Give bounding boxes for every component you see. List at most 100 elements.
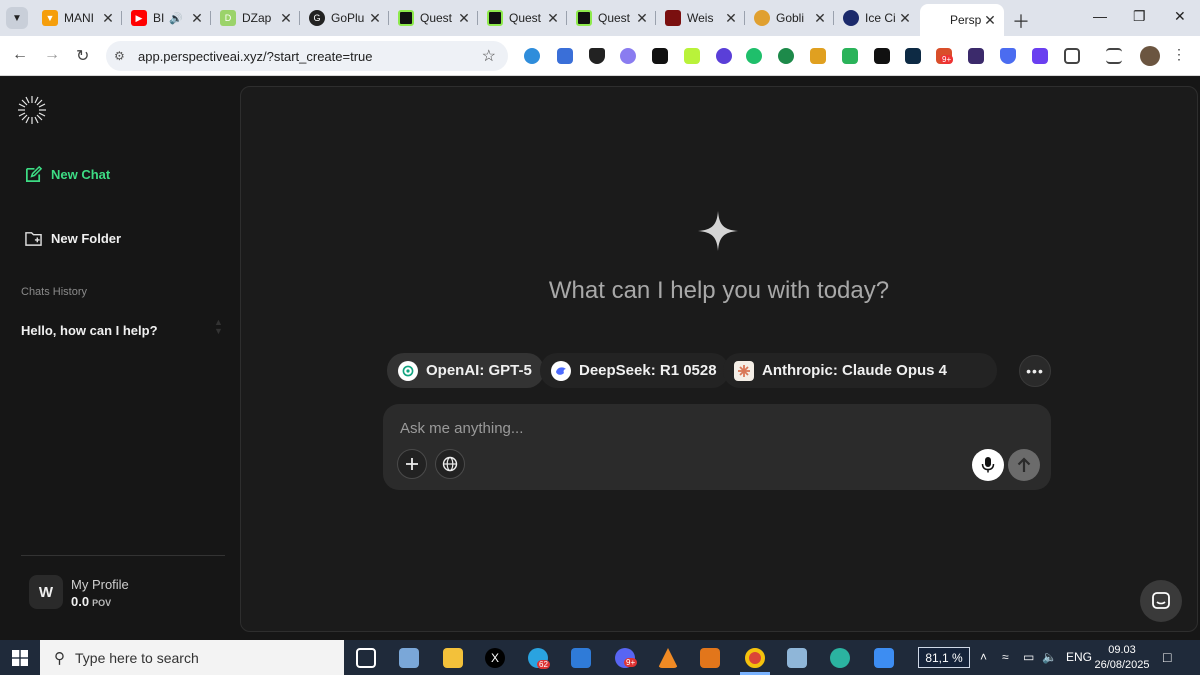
new-tab-button[interactable]: ＋ [1012, 8, 1030, 34]
shield-icon[interactable] [589, 48, 605, 64]
tab-close-icon[interactable]: ✕ [367, 10, 383, 27]
extension-icon[interactable] [810, 48, 826, 64]
extension-icon[interactable] [842, 48, 858, 64]
chat-history-item[interactable]: Hello, how can I help? [21, 323, 158, 338]
voice-input-button[interactable] [972, 449, 1004, 481]
reload-button[interactable]: ↻ [76, 46, 89, 66]
browser-profile-avatar[interactable] [1140, 46, 1160, 66]
browser-tab[interactable]: Quest ✕ [390, 4, 478, 32]
puzzle-icon[interactable] [1064, 48, 1080, 64]
extension-icon[interactable] [1032, 48, 1048, 64]
app-icon[interactable] [787, 648, 807, 668]
network-icon[interactable]: ≈ [1002, 650, 1009, 664]
back-button[interactable]: ← [12, 46, 28, 64]
windows-start-icon[interactable] [12, 650, 28, 666]
chats-history-heading: Chats History [21, 286, 88, 298]
browser-tab[interactable]: Weis ✕ [657, 4, 745, 32]
model-option-deepseek[interactable]: DeepSeek: R1 0528 [540, 353, 729, 388]
new-chat-button[interactable]: New Chat [24, 165, 110, 184]
browser-tab[interactable]: Gobli ✕ [746, 4, 834, 32]
extension-icon[interactable] [968, 48, 984, 64]
browser-tab[interactable]: ▶ BI 🔊 ✕ [123, 4, 211, 32]
tab-close-icon[interactable]: ✕ [812, 10, 828, 27]
speaker-icon[interactable]: 🔊 [169, 12, 189, 25]
extension-icon[interactable] [716, 48, 732, 64]
forward-button[interactable]: → [44, 46, 60, 64]
edge-icon[interactable] [830, 648, 850, 668]
globe-icon [442, 456, 458, 472]
restore-button[interactable]: ❐ [1133, 8, 1146, 25]
tab-title: DZap [242, 11, 272, 25]
notifications-icon[interactable]: □ [1163, 649, 1171, 665]
vlc-icon[interactable] [658, 648, 678, 668]
chat-input[interactable] [400, 416, 1000, 440]
tab-close-icon[interactable]: ✕ [189, 10, 205, 27]
extension-icon[interactable] [524, 48, 540, 64]
browser-tab[interactable]: G GoPlu ✕ [301, 4, 389, 32]
bookmark-star-icon[interactable]: ☆ [482, 46, 496, 66]
browser-tab[interactable]: Quest ✕ [568, 4, 656, 32]
chevron-up-icon[interactable]: ˄ [980, 650, 987, 664]
browser-tab-active[interactable]: Persp ✕ [920, 4, 1004, 36]
support-chat-button[interactable] [1140, 580, 1182, 622]
tab-close-icon[interactable]: ✕ [982, 12, 998, 29]
media-control-icon[interactable] [1106, 48, 1122, 64]
perspective-icon [928, 12, 944, 28]
site-settings-icon[interactable]: ⚙ [114, 49, 125, 63]
history-item-options-icon[interactable]: ▲ ▼ [214, 318, 223, 336]
battery-icon[interactable]: ▭ [1023, 650, 1034, 664]
extension-icon[interactable] [874, 48, 890, 64]
extension-icon[interactable] [1000, 48, 1016, 64]
add-attachment-button[interactable] [397, 449, 427, 479]
chrome-icon[interactable] [745, 648, 765, 668]
minimize-button[interactable]: — [1093, 8, 1107, 24]
more-models-button[interactable]: ••• [1019, 355, 1051, 387]
browser-tab[interactable]: Ice Ci ✕ [835, 4, 919, 32]
language-indicator[interactable]: ENG [1066, 650, 1092, 664]
url-text[interactable]: app.perspectiveai.xyz/?start_create=true [138, 49, 373, 64]
send-button[interactable] [1008, 449, 1040, 481]
tab-close-icon[interactable]: ✕ [100, 10, 116, 27]
web-search-button[interactable] [435, 449, 465, 479]
tab-close-icon[interactable]: ✕ [278, 10, 294, 27]
extension-icon[interactable] [684, 48, 700, 64]
profile-name[interactable]: My Profile [71, 577, 129, 592]
metamask-taskbar-icon[interactable] [700, 648, 720, 668]
browser-tab[interactable]: ▼ MANI ✕ [34, 4, 122, 32]
address-bar[interactable]: ⚙ app.perspectiveai.xyz/?start_create=tr… [106, 41, 508, 71]
camera-icon[interactable] [399, 648, 419, 668]
close-window-button[interactable]: ✕ [1174, 8, 1186, 25]
tab-close-icon[interactable]: ✕ [634, 10, 650, 27]
zoom-level[interactable]: 81,1 % [918, 647, 970, 668]
task-view-icon[interactable] [356, 648, 376, 668]
new-folder-button[interactable]: New Folder [24, 230, 121, 247]
app-root: New Chat New Folder Chats History Hello,… [0, 77, 1200, 640]
extension-icon[interactable] [746, 48, 762, 64]
tab-close-icon[interactable]: ✕ [545, 10, 561, 27]
extension-icon[interactable] [652, 48, 668, 64]
tab-search-button[interactable]: ▼ [6, 7, 28, 29]
browser-tab[interactable]: Quest ✕ [479, 4, 567, 32]
x-app-icon[interactable]: X [485, 648, 505, 668]
extension-icon[interactable] [778, 48, 794, 64]
model-option-claude-opus[interactable]: Anthropic: Claude Opus 4 [723, 353, 997, 388]
extension-icon[interactable] [905, 48, 921, 64]
telegram-badge: 62 [537, 660, 550, 669]
model-option-gpt5[interactable]: OpenAI: GPT-5 [387, 353, 544, 388]
profile-avatar[interactable]: W [29, 575, 63, 609]
tab-close-icon[interactable]: ✕ [723, 10, 739, 27]
file-explorer-icon[interactable] [443, 648, 463, 668]
extension-icon[interactable] [620, 48, 636, 64]
mail-icon[interactable] [571, 648, 591, 668]
mani-icon: ▼ [42, 10, 58, 26]
browser-tab[interactable]: D DZap ✕ [212, 4, 300, 32]
perspective-logo-icon[interactable] [16, 94, 48, 126]
download-icon[interactable] [874, 648, 894, 668]
volume-icon[interactable]: 🔈 [1042, 650, 1057, 664]
taskbar-search[interactable]: ⚲ Type here to search [40, 640, 344, 675]
extension-icon[interactable] [557, 48, 573, 64]
browser-menu-icon[interactable]: ⋮ [1172, 46, 1186, 63]
tab-close-icon[interactable]: ✕ [456, 10, 472, 27]
tab-close-icon[interactable]: ✕ [897, 10, 913, 27]
system-clock[interactable]: 09.03 26/08/2025 [1092, 643, 1152, 673]
